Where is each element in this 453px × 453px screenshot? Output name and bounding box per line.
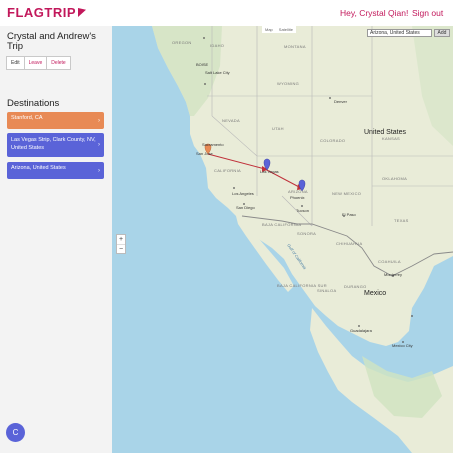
top-bar: FLAGTRIP Hey, Crystal Qian! Sign out [0,0,453,26]
destinations-heading: Destinations [7,98,60,109]
map-label-mexico-city: Mexico City [392,343,413,348]
user-greeting[interactable]: Hey, Crystal Qian! [340,8,408,18]
map-label-california: CALIFORNIA [214,168,242,173]
logo-text: FLAGTRIP [7,5,76,20]
map-label-salt-lake: Salt Lake City [205,70,230,75]
map-label-monterrey: Monterrey [384,272,403,277]
map-label-united-states: United States [364,129,407,136]
map-label-tucson: Tucson [296,208,309,213]
map-label-durango: DURANGO [344,284,367,289]
map-label-oregon: OREGON [172,40,192,45]
map-label-utah: UTAH [272,126,284,131]
map-label-las-vegas: Las Vegas [260,169,279,174]
map-label-coahuila: COAHUILA [378,259,401,264]
edit-button[interactable]: Edit [6,56,25,70]
map-label-guadalajara: Guadalajara [350,328,372,333]
trip-actions: Edit Leave Delete [6,56,71,70]
map-label-mexico: Mexico [364,290,387,297]
trip-title: Crystal and Andrew's Trip [7,31,96,52]
map-type-map[interactable]: Map [265,27,273,32]
sidebar: Crystal and Andrew's Trip Edit Leave Del… [0,26,112,453]
chevron-right-icon: › [98,167,100,174]
map-label-kansas: KANSAS [382,136,401,141]
map-label-los-angeles: Los Angeles [232,191,254,196]
map-type-control[interactable]: Map Satellite [262,26,297,33]
leave-button[interactable]: Leave [23,56,48,70]
user-avatar[interactable]: C [6,423,25,442]
flagtrip-logo[interactable]: FLAGTRIP [7,5,86,20]
map-label-montana: MONTANA [284,44,306,49]
chevron-right-icon: › [98,142,100,148]
zoom-out-button[interactable]: − [117,245,125,255]
destination-item-arizona[interactable]: Arizona, United States › [7,162,104,179]
map-label-texas: TEXAS [394,218,409,223]
map-label-new-mexico: NEW MEXICO [332,191,362,196]
map-label-san-diego: San Diego [236,205,255,210]
map-canvas [152,26,453,453]
map-label-sinaloa: SINALOA [317,288,337,293]
map-label-phoenix: Phoenix [290,195,305,200]
map-label-el-paso: El Paso [342,212,356,217]
delete-button[interactable]: Delete [46,56,71,70]
map-label-colorado: COLORADO [320,138,346,143]
destination-label: Arizona, United States [11,165,66,171]
chevron-right-icon: › [98,117,100,124]
map-label-denver: Denver [334,99,347,104]
destination-item-las-vegas[interactable]: Las Vegas Strip, Clark County, NV, Unite… [7,133,104,157]
map-label-idaho: IDAHO [210,43,225,48]
add-destination-button[interactable]: Add [434,29,450,37]
map-label-baja: BAJA CALIFORNIA [262,222,302,227]
map-view[interactable]: Map Satellite Arizona, United States Add… [112,26,453,453]
map-label-san-jose: San Jose [196,151,213,156]
map-label-boise: BOISE [196,62,209,67]
destination-label: Stanford, CA [11,115,43,121]
flag-icon [78,8,86,17]
map-label-chihuahua: CHIHUAHUA [336,241,363,246]
sign-out-link[interactable]: Sign out [412,8,443,18]
map-type-satellite[interactable]: Satellite [279,27,293,32]
map-label-oklahoma: OKLAHOMA [382,176,408,181]
map-label-sonora: SONORA [297,231,317,236]
destination-item-stanford[interactable]: Stanford, CA › [7,112,104,129]
map-label-sacramento: Sacramento [202,142,224,147]
zoom-control: + − [116,234,126,254]
map-label-wyoming: WYOMING [277,81,300,86]
location-search-input[interactable]: Arizona, United States [367,29,432,37]
map-label-nevada: NEVADA [222,118,240,123]
zoom-in-button[interactable]: + [117,235,125,245]
destination-label: Las Vegas Strip, Clark County, NV, Unite… [11,137,96,151]
map-label-arizona: ARIZONA [288,189,308,194]
